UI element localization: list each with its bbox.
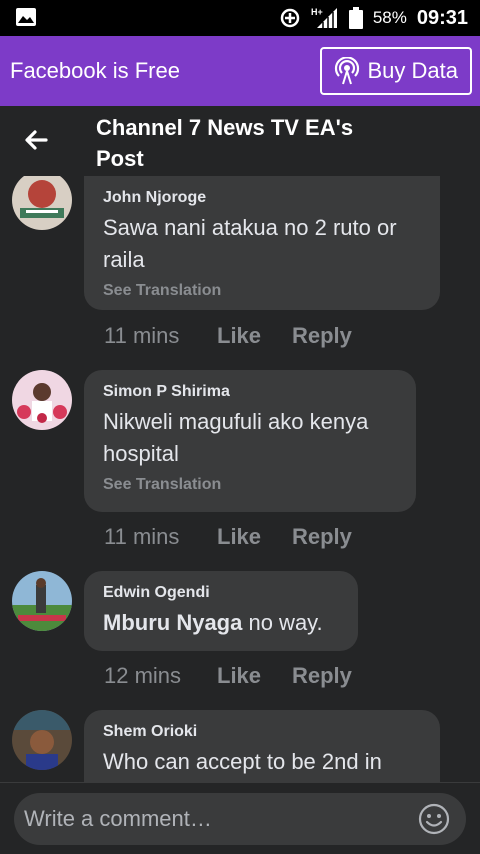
comment-list[interactable]: John Njoroge Sawa nani atakua no 2 ruto …	[0, 176, 480, 782]
comment-bubble[interactable]: Edwin Ogendi Mburu Nyaga no way.	[84, 571, 358, 651]
comment-author[interactable]: Shem Orioki	[103, 722, 420, 742]
comment-actions: 11 mins Like Reply	[104, 524, 352, 550]
comment-text: Nikweli magufuli ako kenya hospital	[103, 409, 369, 466]
reply-button[interactable]: Reply	[292, 663, 352, 689]
comment-author[interactable]: John Njoroge	[103, 188, 420, 208]
comment-input[interactable]	[24, 799, 404, 839]
free-facebook-banner: Facebook is Free Buy Data	[0, 36, 480, 106]
avatar[interactable]	[12, 370, 72, 430]
buy-data-button[interactable]: Buy Data	[319, 47, 472, 95]
hplus-signal-icon: H+	[311, 7, 337, 28]
broadcast-icon	[334, 57, 359, 85]
like-button[interactable]: Like	[217, 323, 292, 349]
clock: 09:31	[416, 6, 468, 29]
comment-bubble[interactable]: Simon P Shirima Nikweli magufuli ako ken…	[84, 370, 416, 512]
comment-actions: 11 mins Like Reply	[104, 323, 352, 349]
comment-bubble[interactable]: Shem Orioki Who can accept to be 2nd in	[84, 710, 440, 782]
reply-button[interactable]: Reply	[292, 323, 352, 349]
see-translation-link[interactable]: See Translation	[103, 282, 420, 300]
comment-time: 11 mins	[104, 524, 180, 549]
buy-data-label: Buy Data	[367, 58, 459, 83]
battery-icon	[348, 7, 363, 29]
comment-actions: 12 mins Like Reply	[104, 663, 352, 689]
status-bar: H+ 58% 09:31	[0, 0, 480, 36]
comment-bubble[interactable]: John Njoroge Sawa nani atakua no 2 ruto …	[84, 176, 440, 310]
user-mention[interactable]: Mburu Nyaga	[103, 610, 242, 635]
like-button[interactable]: Like	[217, 663, 292, 689]
comment-author[interactable]: Simon P Shirima	[103, 382, 396, 402]
network-type: H+	[311, 7, 323, 17]
post-header: Channel 7 News TV EA's Post	[0, 106, 480, 176]
see-translation-link[interactable]: See Translation	[103, 476, 396, 494]
avatar[interactable]	[12, 710, 72, 770]
avatar[interactable]	[12, 571, 72, 631]
promo-text: Facebook is Free	[10, 58, 180, 83]
data-saver-icon	[280, 8, 300, 28]
back-arrow-icon[interactable]	[22, 126, 50, 154]
reply-button[interactable]: Reply	[292, 524, 352, 550]
comment-text: Mburu Nyaga no way.	[103, 607, 338, 639]
comment-composer-bar	[0, 782, 480, 854]
status-icons: H+ 58% 09:31	[279, 0, 468, 36]
battery-percent: 58%	[372, 8, 407, 27]
image-icon	[16, 8, 36, 26]
comment-author[interactable]: Edwin Ogendi	[103, 583, 338, 603]
comment-text: Who can accept to be 2nd in	[103, 749, 382, 774]
comment-text: Sawa nani atakua no 2 ruto or raila	[103, 215, 397, 272]
like-button[interactable]: Like	[217, 524, 292, 550]
comment-text-rest: no way.	[242, 610, 323, 635]
page-title: Channel 7 News TV EA's Post	[96, 115, 354, 171]
avatar[interactable]	[12, 176, 72, 230]
comment-time: 11 mins	[104, 323, 180, 348]
comment-time: 12 mins	[104, 663, 182, 688]
comment-composer[interactable]	[14, 793, 466, 845]
smiley-icon[interactable]	[418, 803, 450, 835]
